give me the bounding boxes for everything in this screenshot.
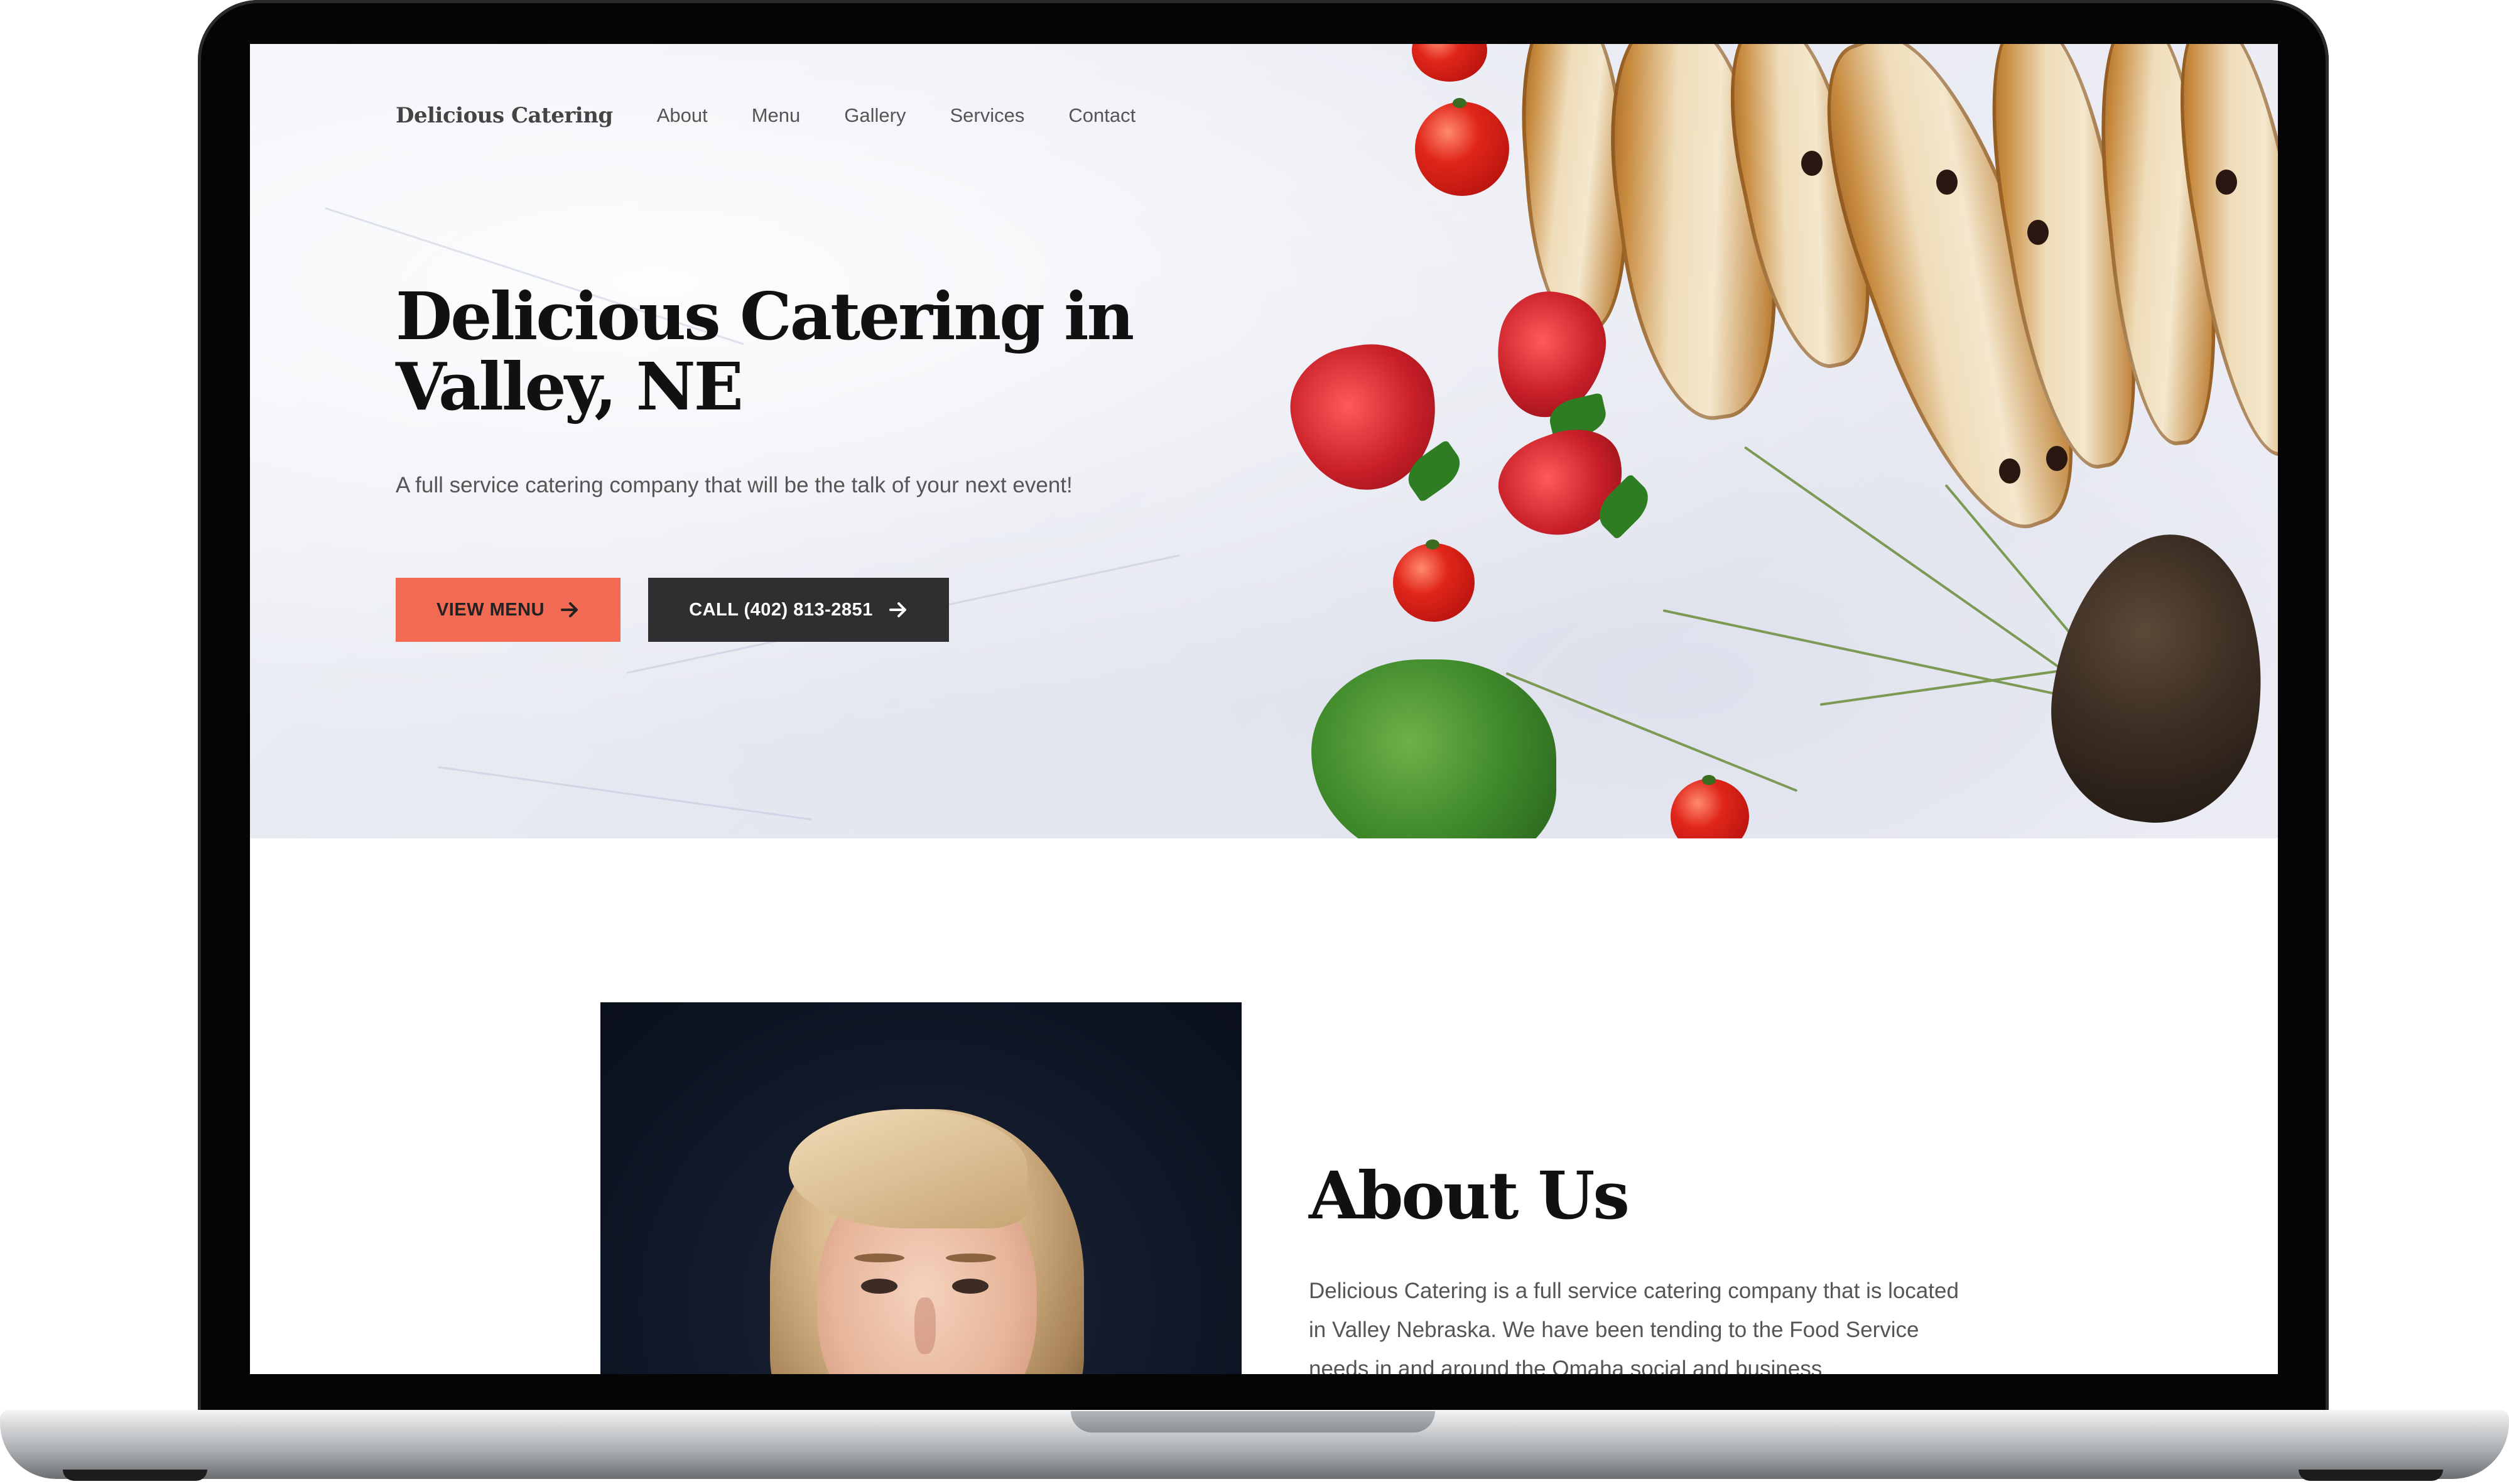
top-nav: Delicious Catering About Menu Gallery Se… xyxy=(396,103,1179,128)
nav-link-menu[interactable]: Menu xyxy=(752,104,801,127)
hero-subtitle: A full service catering company that wil… xyxy=(396,473,1073,497)
call-button[interactable]: CALL (402) 813-2851 xyxy=(648,578,949,642)
cherry-tomato xyxy=(1671,775,1749,838)
call-label: CALL (402) 813-2851 xyxy=(689,599,873,620)
nav-link-services[interactable]: Services xyxy=(950,104,1024,127)
olive xyxy=(2216,170,2237,195)
laptop-foot-left xyxy=(63,1470,207,1481)
strawberry xyxy=(1486,414,1639,553)
portrait-brow xyxy=(946,1254,996,1262)
olive xyxy=(1801,151,1823,176)
kale-leaf xyxy=(1311,659,1556,838)
portrait-brow xyxy=(854,1254,904,1262)
laptop-notch xyxy=(1071,1411,1435,1433)
view-menu-button[interactable]: VIEW MENU xyxy=(396,578,620,642)
cherry-tomato xyxy=(1415,98,1509,196)
portrait-eye xyxy=(952,1279,989,1294)
hero-title: Delicious Catering in Valley, NE xyxy=(396,278,1134,425)
cherry-tomato xyxy=(1412,44,1487,82)
strawberry xyxy=(1281,333,1449,502)
view-menu-label: VIEW MENU xyxy=(436,599,545,620)
arrow-right-icon xyxy=(889,602,908,618)
arrow-right-icon xyxy=(561,602,580,618)
olive xyxy=(1999,458,2020,484)
laptop-screen: Delicious Catering About Menu Gallery Se… xyxy=(250,44,2278,1374)
cherry-tomato xyxy=(1393,539,1475,622)
about-photo xyxy=(600,1002,1242,1374)
laptop-foot-right xyxy=(2299,1470,2443,1481)
olive xyxy=(2046,446,2067,471)
hero-section: Delicious Catering About Menu Gallery Se… xyxy=(250,44,2278,838)
portrait-eye xyxy=(861,1279,897,1294)
avocado xyxy=(2036,521,2278,836)
nav-link-gallery[interactable]: Gallery xyxy=(844,104,906,127)
nav-link-contact[interactable]: Contact xyxy=(1068,104,1135,127)
hero-food-image xyxy=(250,44,2278,838)
portrait-nose xyxy=(914,1297,936,1354)
site-logo[interactable]: Delicious Catering xyxy=(396,103,613,128)
about-text: Delicious Catering is a full service cat… xyxy=(1309,1279,1959,1374)
olive xyxy=(1936,170,1958,195)
olive xyxy=(2027,220,2049,245)
nav-link-about[interactable]: About xyxy=(657,104,708,127)
portrait-bangs xyxy=(789,1109,1027,1228)
about-title: About Us xyxy=(1309,1157,1630,1234)
